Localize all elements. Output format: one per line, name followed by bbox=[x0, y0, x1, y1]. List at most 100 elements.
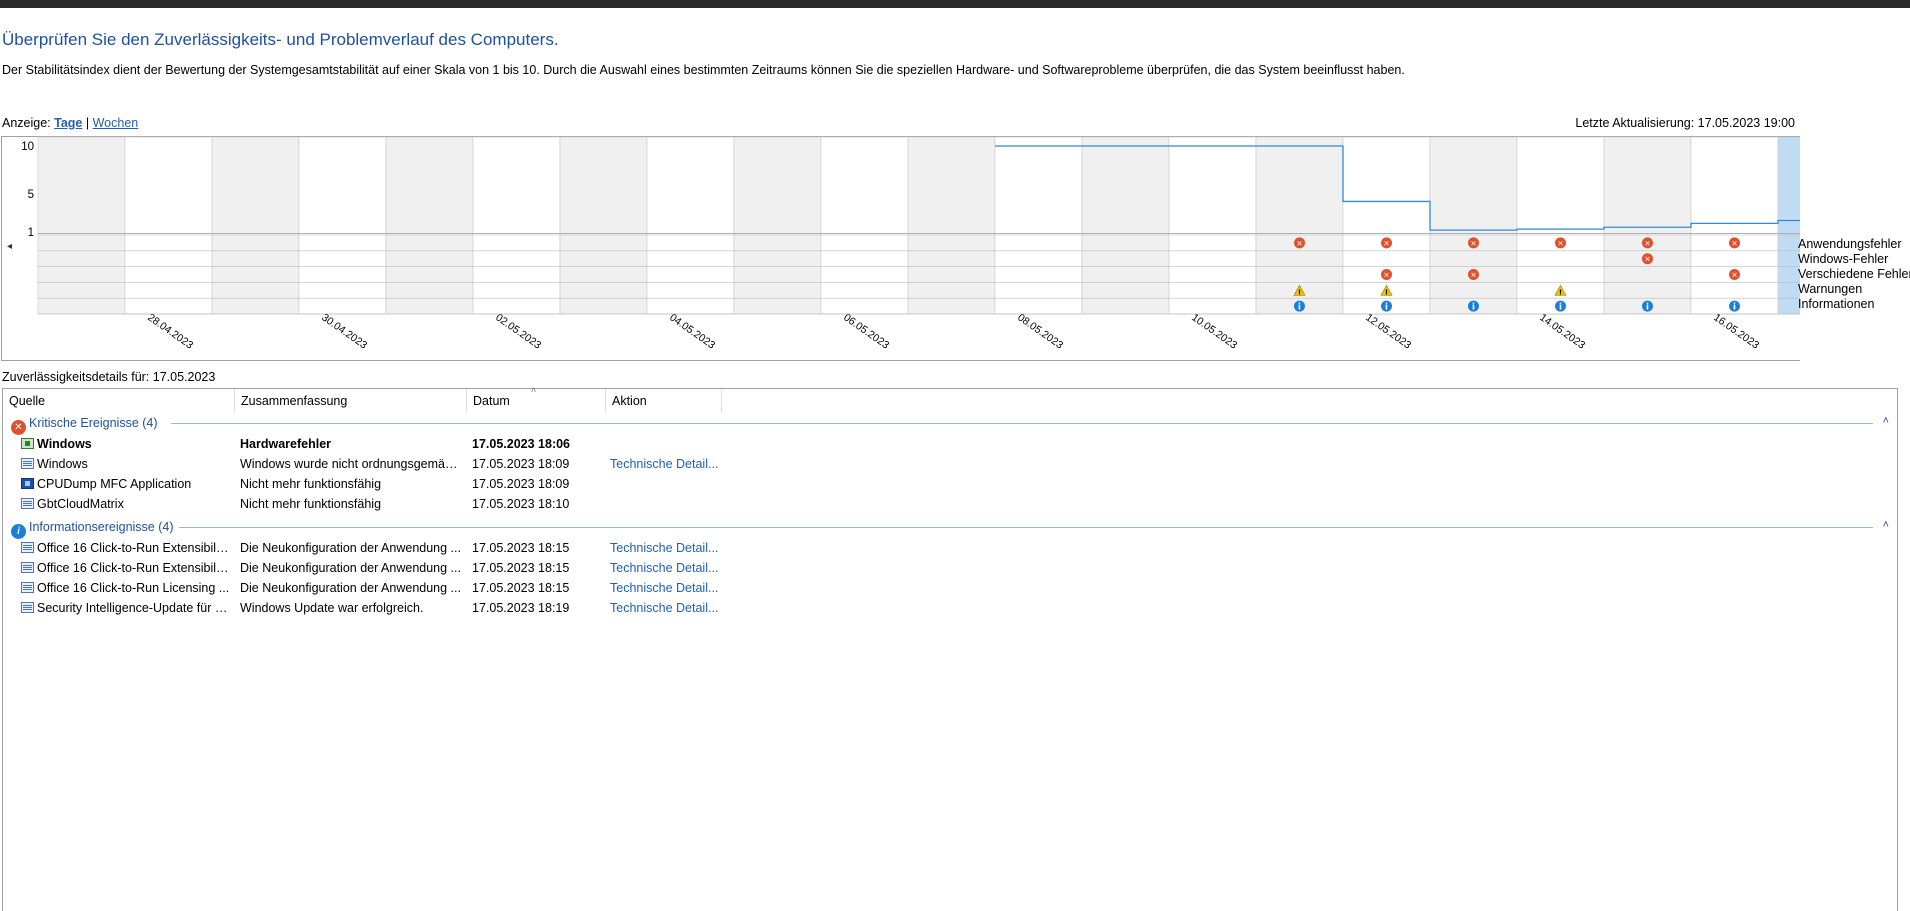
group-information-events[interactable]: i Informationsereignisse (4) bbox=[11, 518, 174, 539]
table-row[interactable]: Windows Windows wurde nicht ordnungsgemä… bbox=[3, 454, 743, 474]
day-column bbox=[37, 136, 126, 315]
day-column bbox=[733, 136, 822, 315]
stability-chart[interactable]: 1051◂▸✕✕✕✕✕✕✕✕✕✕✕✕✕!!!iiiiiii28.04.20233… bbox=[0, 136, 1800, 362]
row-source: Windows bbox=[21, 434, 231, 454]
warning-icon-mark: ! bbox=[1559, 288, 1562, 296]
row-date: 17.05.2023 18:10 bbox=[472, 497, 570, 511]
row-label-warnungen: Warnungen bbox=[1798, 282, 1863, 296]
info-icon-mark: i bbox=[1385, 303, 1388, 313]
details-label: Zuverlässigkeitsdetails für: 17.05.2023 bbox=[2, 370, 216, 384]
group-divider bbox=[179, 527, 1873, 528]
row-summary: Nicht mehr funktionsfähig bbox=[240, 477, 382, 491]
day-column bbox=[385, 136, 474, 315]
details-panel: Quelle Zusammenfassung Datum ˄ Aktion ✕ K… bbox=[2, 385, 1898, 911]
technical-details-link[interactable]: Technische Detail... bbox=[610, 454, 740, 474]
error-icon-mark: ✕ bbox=[1731, 271, 1737, 280]
table-row[interactable]: GbtCloudMatrix Nicht mehr funktionsfähig… bbox=[3, 494, 743, 514]
row-summary: Die Neukonfiguration der Anwendung ... bbox=[240, 581, 461, 595]
report-icon bbox=[21, 582, 34, 593]
warning-icon-mark: ! bbox=[1385, 288, 1388, 296]
row-label-windows-fehler: Windows-Fehler bbox=[1798, 252, 1889, 266]
day-column bbox=[646, 136, 735, 315]
error-icon-mark: ✕ bbox=[1644, 239, 1650, 248]
row-source: GbtCloudMatrix bbox=[21, 494, 231, 514]
technical-details-link[interactable]: Technische Detail... bbox=[610, 598, 740, 618]
row-source: Office 16 Click-to-Run Licensing ... bbox=[21, 578, 231, 598]
row-source: Office 16 Click-to-Run Extensibilit... bbox=[21, 558, 231, 578]
window-top-bar bbox=[0, 0, 1910, 8]
group-critical-events[interactable]: ✕ Kritische Ereignisse (4) bbox=[11, 414, 158, 435]
error-icon-mark: ✕ bbox=[1383, 239, 1389, 248]
group-critical-title: Kritische Ereignisse (4) bbox=[29, 416, 158, 430]
row-source: Windows bbox=[21, 454, 231, 474]
row-date: 17.05.2023 18:15 bbox=[472, 541, 570, 555]
column-header-aktion[interactable]: Aktion bbox=[606, 389, 722, 413]
report-icon bbox=[21, 562, 34, 573]
stability-chart-svg[interactable]: 1051◂▸✕✕✕✕✕✕✕✕✕✕✕✕✕!!!iiiiiii28.04.20233… bbox=[0, 136, 1800, 362]
row-date: 17.05.2023 18:09 bbox=[472, 457, 570, 471]
info-icon-mark: i bbox=[1472, 303, 1475, 313]
error-icon-mark: ✕ bbox=[1383, 271, 1389, 280]
day-column bbox=[994, 136, 1083, 315]
y-tick-label: 1 bbox=[28, 227, 34, 239]
error-icon-mark: ✕ bbox=[1557, 239, 1563, 248]
table-row[interactable]: Office 16 Click-to-Run Extensibilit... D… bbox=[3, 558, 743, 578]
page-title: Überprüfen Sie den Zuverlässigkeits- und… bbox=[2, 30, 559, 49]
column-header-zusammenfassung[interactable]: Zusammenfassung bbox=[235, 389, 467, 413]
view-selector: Anzeige: Tage | Wochen bbox=[2, 116, 138, 130]
row-label-verschiedene-fehler: Verschiedene Fehler bbox=[1798, 267, 1910, 281]
shield-icon bbox=[21, 438, 34, 449]
y-tick-label: 10 bbox=[21, 141, 34, 153]
view-label: Anzeige: bbox=[2, 116, 51, 130]
y-tick-label: 5 bbox=[28, 189, 34, 201]
cpu-icon bbox=[21, 478, 34, 489]
row-source: CPUDump MFC Application bbox=[21, 474, 231, 494]
row-summary: Nicht mehr funktionsfähig bbox=[240, 497, 382, 511]
day-column bbox=[1429, 136, 1518, 315]
table-row[interactable]: Office 16 Click-to-Run Licensing ... Die… bbox=[3, 578, 743, 598]
group-information-title: Informationsereignisse (4) bbox=[29, 520, 174, 534]
row-summary: Windows Update war erfolgreich. bbox=[240, 601, 424, 615]
technical-details-link[interactable]: Technische Detail... bbox=[610, 558, 740, 578]
row-summary: Windows wurde nicht ordnungsgemäß ... bbox=[240, 457, 465, 471]
table-row[interactable]: Security Intelligence-Update für M... Wi… bbox=[3, 598, 743, 618]
technical-details-link[interactable]: Technische Detail... bbox=[610, 578, 740, 598]
row-source: Security Intelligence-Update für M... bbox=[21, 598, 231, 618]
row-date: 17.05.2023 18:15 bbox=[472, 561, 570, 575]
view-days-link[interactable]: Tage bbox=[54, 116, 82, 130]
row-source: Office 16 Click-to-Run Extensibilit... bbox=[21, 538, 231, 558]
info-icon-mark: i bbox=[1733, 303, 1736, 313]
day-column bbox=[1081, 136, 1170, 315]
view-weeks-link[interactable]: Wochen bbox=[93, 116, 139, 130]
day-column bbox=[907, 136, 996, 315]
sort-ascending-icon: ˄ bbox=[531, 385, 537, 395]
row-summary: Die Neukonfiguration der Anwendung ... bbox=[240, 561, 461, 575]
error-icon-mark: ✕ bbox=[1731, 239, 1737, 248]
report-icon bbox=[21, 458, 34, 469]
info-icon-mark: i bbox=[1559, 303, 1562, 313]
table-row[interactable]: Office 16 Click-to-Run Extensibilit... D… bbox=[3, 538, 743, 558]
column-header-datum[interactable]: Datum bbox=[467, 389, 606, 413]
page-description: Der Stabilitätsindex dient der Bewertung… bbox=[2, 63, 1405, 77]
row-date: 17.05.2023 18:15 bbox=[472, 581, 570, 595]
info-icon-mark: i bbox=[1298, 303, 1301, 313]
day-column bbox=[559, 136, 648, 315]
collapse-critical-icon[interactable]: ˄ bbox=[1883, 415, 1889, 427]
warning-icon-mark: ! bbox=[1298, 288, 1301, 296]
day-column bbox=[1777, 136, 1800, 315]
report-icon bbox=[21, 498, 34, 509]
row-date: 17.05.2023 18:19 bbox=[472, 601, 570, 615]
day-column bbox=[124, 136, 213, 315]
collapse-information-icon[interactable]: ˄ bbox=[1883, 519, 1889, 531]
technical-details-link[interactable]: Technische Detail... bbox=[610, 538, 740, 558]
error-icon-mark: ✕ bbox=[1470, 271, 1476, 280]
row-label-informationen: Informationen bbox=[1798, 297, 1875, 311]
table-row[interactable]: CPUDump MFC Application Nicht mehr funkt… bbox=[3, 474, 743, 494]
table-row[interactable]: Windows Hardwarefehler 17.05.2023 18:06 bbox=[3, 434, 743, 454]
column-header-quelle[interactable]: Quelle bbox=[3, 389, 235, 413]
error-icon-mark: ✕ bbox=[1296, 239, 1302, 248]
day-column bbox=[298, 136, 387, 315]
day-column bbox=[1690, 136, 1779, 315]
error-icon-mark: ✕ bbox=[1644, 255, 1650, 264]
day-column bbox=[472, 136, 561, 315]
